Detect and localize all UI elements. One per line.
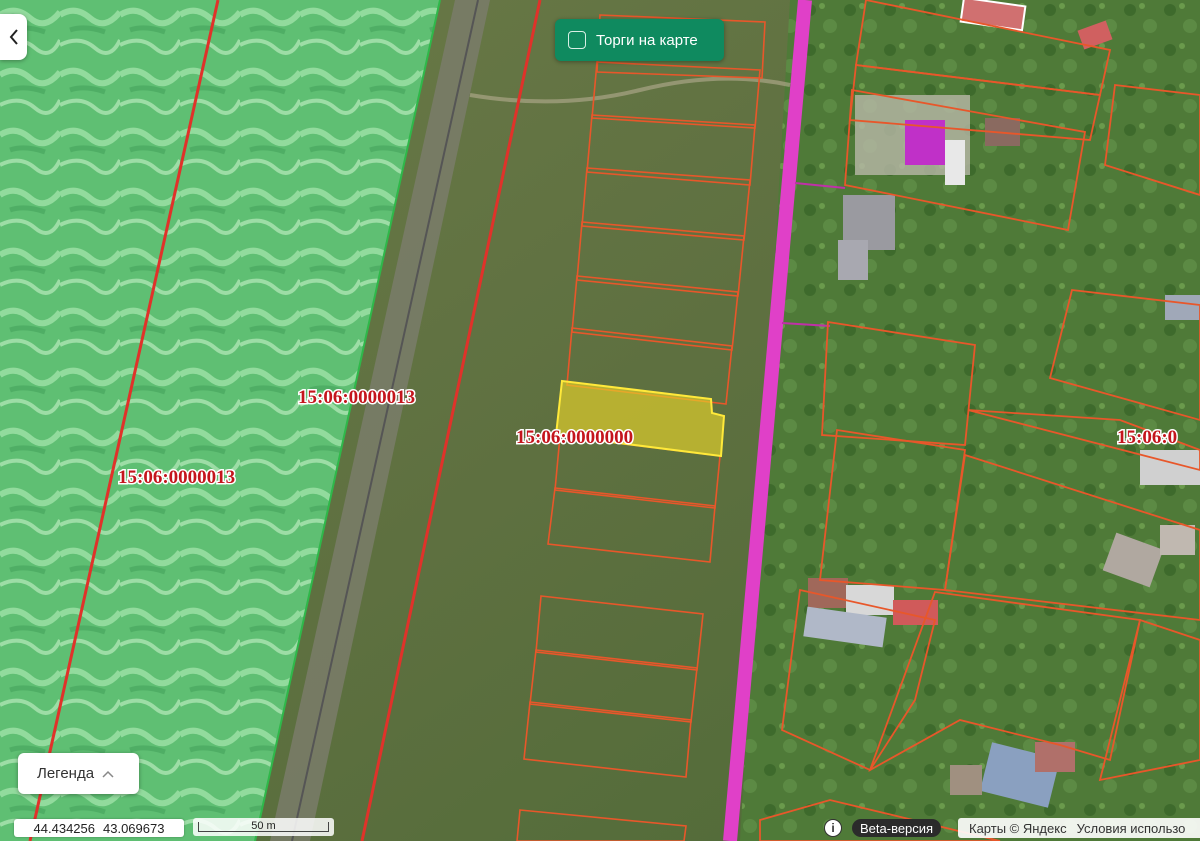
chevron-left-icon bbox=[9, 29, 18, 45]
torgi-label: Торги на карте bbox=[596, 31, 698, 49]
legend-button[interactable]: Легенда bbox=[18, 753, 139, 794]
back-button[interactable] bbox=[0, 14, 27, 60]
longitude: 43.069673 bbox=[103, 820, 165, 836]
legend-label: Легенда bbox=[37, 765, 95, 782]
info-icon[interactable]: i bbox=[824, 819, 842, 837]
scale-bar: 50 m bbox=[193, 818, 334, 836]
torgi-toggle-button[interactable]: Торги на карте bbox=[555, 19, 724, 61]
satellite-map[interactable]: 15:06:0000013 15:06:0000013 15:06:000000… bbox=[0, 0, 1200, 841]
terms-link[interactable]: Условия использо bbox=[1077, 821, 1186, 836]
cadastral-label: 15:06:0 bbox=[1117, 427, 1177, 448]
chevron-up-icon bbox=[102, 770, 114, 778]
map-attribution: Карты © Яндекс Условия использо bbox=[958, 818, 1200, 838]
beta-badge[interactable]: Beta-версия bbox=[852, 819, 942, 837]
latitude: 44.434256 bbox=[33, 820, 95, 836]
checkbox-icon[interactable] bbox=[568, 31, 586, 49]
cadastral-label: 15:06:0000013 bbox=[298, 387, 415, 408]
coordinates-readout: 44.434256 43.069673 bbox=[14, 819, 184, 837]
scale-label: 50 m bbox=[251, 820, 276, 832]
cadastral-label: 15:06:0000000 bbox=[516, 427, 633, 448]
copyright-link[interactable]: Карты © Яндекс bbox=[969, 821, 1067, 836]
cadastral-label: 15:06:0000013 bbox=[118, 467, 235, 488]
